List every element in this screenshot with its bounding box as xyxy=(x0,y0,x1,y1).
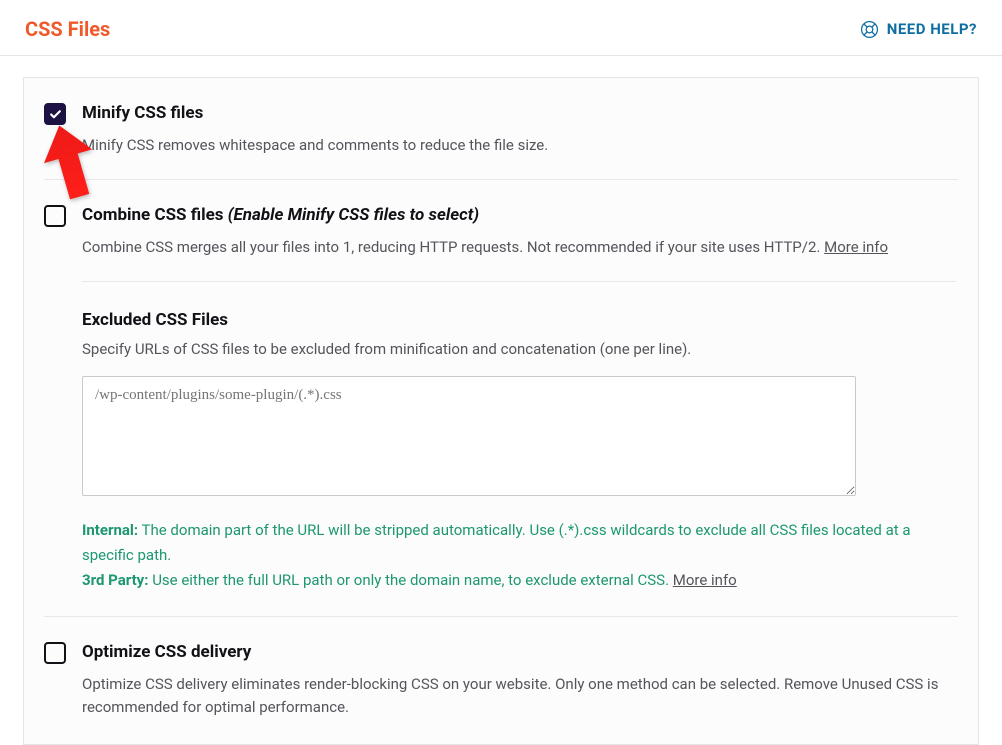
note-thirdparty-text: Use either the full URL path or only the… xyxy=(148,571,672,589)
need-help-label: NEED HELP? xyxy=(887,20,977,38)
setting-optimize-css: Optimize CSS delivery Optimize CSS deliv… xyxy=(44,616,958,719)
minify-css-checkbox[interactable] xyxy=(44,103,66,125)
excluded-css-block: Excluded CSS Files Specify URLs of CSS f… xyxy=(82,281,956,616)
lifebuoy-icon xyxy=(860,20,879,39)
combine-css-title-text: Combine CSS files xyxy=(82,205,224,225)
combine-css-more-info-link[interactable]: More info xyxy=(824,238,888,256)
css-settings-panel: Minify CSS files Minify CSS removes whit… xyxy=(23,77,979,745)
panel-header: CSS Files NEED HELP? xyxy=(0,0,1002,56)
note-internal-text: The domain part of the URL will be strip… xyxy=(82,521,911,564)
note-thirdparty-label: 3rd Party: xyxy=(82,571,148,589)
combine-css-description: Combine CSS merges all your files into 1… xyxy=(82,236,956,259)
note-internal-label: Internal: xyxy=(82,521,138,539)
excluded-css-title: Excluded CSS Files xyxy=(82,310,956,330)
combine-css-description-text: Combine CSS merges all your files into 1… xyxy=(82,238,820,256)
optimize-css-description: Optimize CSS delivery eliminates render-… xyxy=(82,673,956,720)
excluded-css-more-info-link[interactable]: More info xyxy=(673,571,737,589)
combine-css-checkbox[interactable] xyxy=(44,205,66,227)
combine-css-hint: (Enable Minify CSS files to select) xyxy=(228,205,479,225)
minify-css-description: Minify CSS removes whitespace and commen… xyxy=(82,134,956,157)
minify-css-title: Minify CSS files xyxy=(82,102,956,126)
setting-minify-css: Minify CSS files Minify CSS removes whit… xyxy=(24,78,978,179)
excluded-css-description: Specify URLs of CSS files to be excluded… xyxy=(82,340,956,358)
setting-combine-css: Combine CSS files (Enable Minify CSS fil… xyxy=(44,179,958,281)
optimize-css-checkbox[interactable] xyxy=(44,642,66,664)
excluded-css-notes: Internal: The domain part of the URL wil… xyxy=(82,518,956,592)
page-title: CSS Files xyxy=(25,17,110,41)
optimize-css-title: Optimize CSS delivery xyxy=(82,641,956,665)
excluded-css-textarea[interactable] xyxy=(82,376,856,496)
need-help-link[interactable]: NEED HELP? xyxy=(860,20,977,39)
combine-css-title: Combine CSS files (Enable Minify CSS fil… xyxy=(82,204,956,228)
